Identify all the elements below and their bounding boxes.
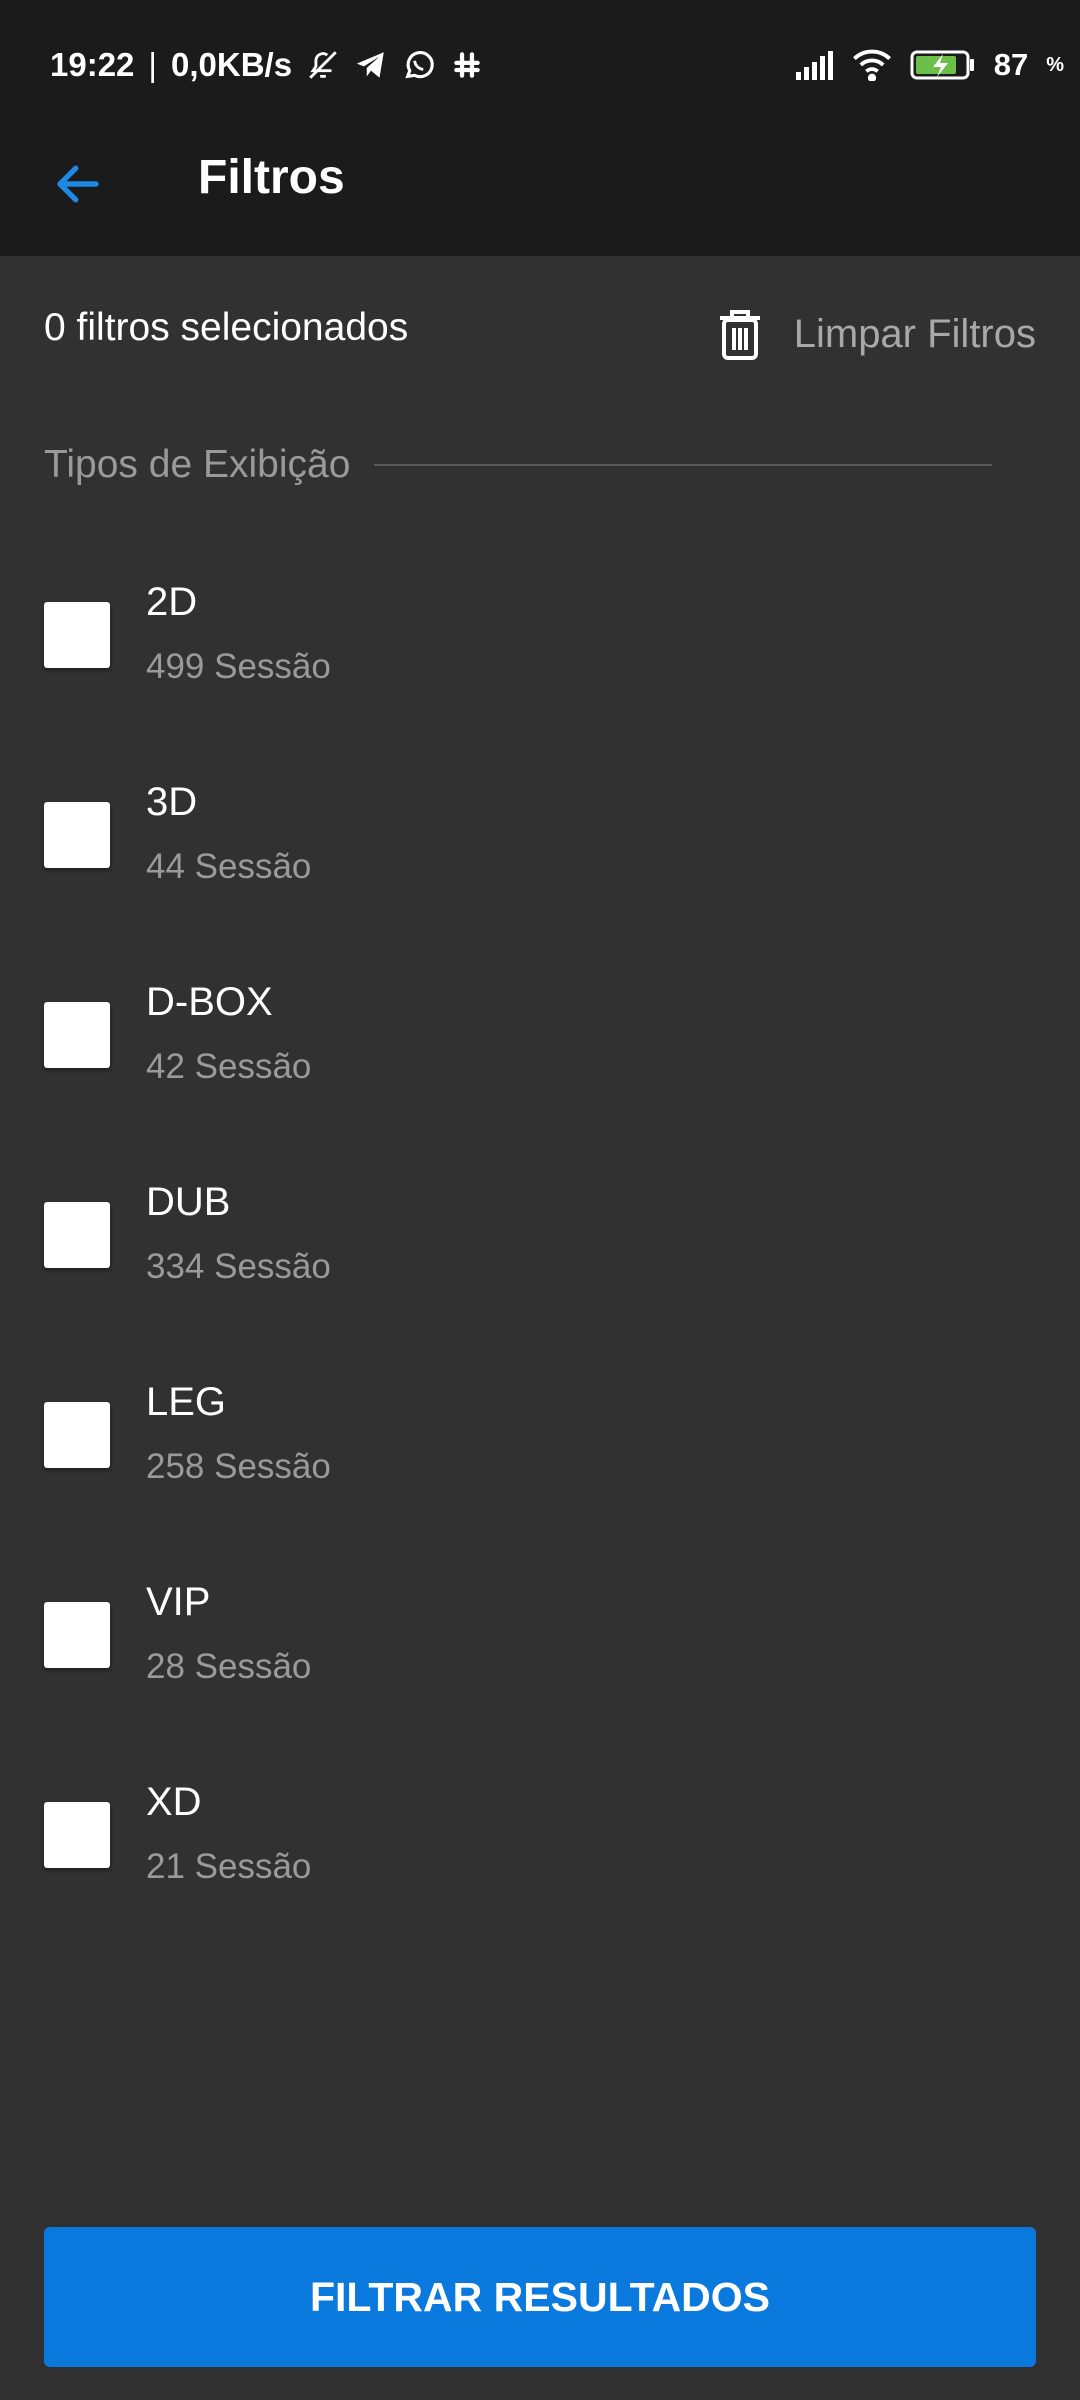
trash-icon — [719, 310, 760, 360]
battery-charging-icon — [910, 50, 974, 80]
filter-label: XD — [146, 1780, 202, 1824]
filter-session-count: 44 Sessão — [146, 847, 312, 886]
arrow-left-icon — [57, 165, 99, 203]
telegram-icon — [356, 52, 384, 78]
filter-item-3d[interactable]: 3D 44 Sessão — [0, 760, 1080, 960]
filter-session-count: 42 Sessão — [146, 1047, 312, 1086]
section-title: Tipos de Exibição — [44, 443, 351, 486]
filter-session-count: 334 Sessão — [146, 1247, 331, 1286]
filter-label: D-BOX — [146, 980, 273, 1024]
section-header: Tipos de Exibição — [44, 440, 992, 490]
filter-list: 2D 499 Sessão 3D 44 Sessão D-BOX 42 Sess… — [0, 560, 1080, 1960]
battery-percent-unit: % — [1046, 53, 1064, 76]
status-notification-icons — [306, 48, 484, 82]
filter-item-xd[interactable]: XD 21 Sessão — [0, 1760, 1080, 1960]
filter-label: 2D — [146, 580, 198, 624]
filter-session-count: 28 Sessão — [146, 1647, 312, 1686]
status-time: 19:22 — [50, 46, 135, 83]
status-left: 19:22 | 0,0KB/s — [50, 46, 292, 84]
bell-off-icon — [309, 51, 337, 79]
selected-filters-count: 0 filtros selecionados — [44, 306, 409, 349]
status-right: 87 % — [794, 47, 1064, 83]
status-network-speed: 0,0KB/s — [170, 46, 293, 83]
clear-filters-button[interactable]: Limpar Filtros — [716, 306, 1036, 362]
filter-summary: 0 filtros selecionados Limpar Filtros — [44, 296, 1036, 376]
back-button[interactable] — [48, 154, 108, 214]
checkbox[interactable] — [44, 1202, 110, 1268]
whatsapp-icon — [405, 51, 434, 79]
filter-session-count: 499 Sessão — [146, 647, 331, 686]
battery-percent: 87 — [993, 47, 1029, 82]
checkbox[interactable] — [44, 1802, 110, 1868]
checkbox[interactable] — [44, 602, 110, 668]
filter-item-2d[interactable]: 2D 499 Sessão — [0, 560, 1080, 760]
clear-filters-label: Limpar Filtros — [793, 311, 1036, 356]
filter-label: 3D — [146, 780, 198, 824]
filter-label: VIP — [146, 1580, 211, 1624]
filter-session-count: 21 Sessão — [146, 1847, 312, 1886]
filter-item-dub[interactable]: DUB 334 Sessão — [0, 1160, 1080, 1360]
slack-icon — [454, 52, 480, 78]
filter-label: DUB — [146, 1180, 231, 1224]
filter-results-button[interactable]: FILTRAR RESULTADOS — [44, 2227, 1036, 2367]
filter-session-count: 258 Sessão — [146, 1447, 331, 1486]
checkbox[interactable] — [44, 1002, 110, 1068]
page-title: Filtros — [198, 151, 345, 204]
filter-item-dbox[interactable]: D-BOX 42 Sessão — [0, 960, 1080, 1160]
filter-label: LEG — [146, 1380, 227, 1424]
app-bar: Filtros — [0, 110, 1080, 256]
status-separator: | — [148, 46, 157, 83]
filter-item-vip[interactable]: VIP 28 Sessão — [0, 1560, 1080, 1760]
filter-item-leg[interactable]: LEG 258 Sessão — [0, 1360, 1080, 1560]
signal-icon — [795, 51, 833, 80]
wifi-icon — [852, 49, 891, 81]
checkbox[interactable] — [44, 1402, 110, 1468]
checkbox[interactable] — [44, 1602, 110, 1668]
checkbox[interactable] — [44, 802, 110, 868]
section-divider — [374, 464, 992, 466]
